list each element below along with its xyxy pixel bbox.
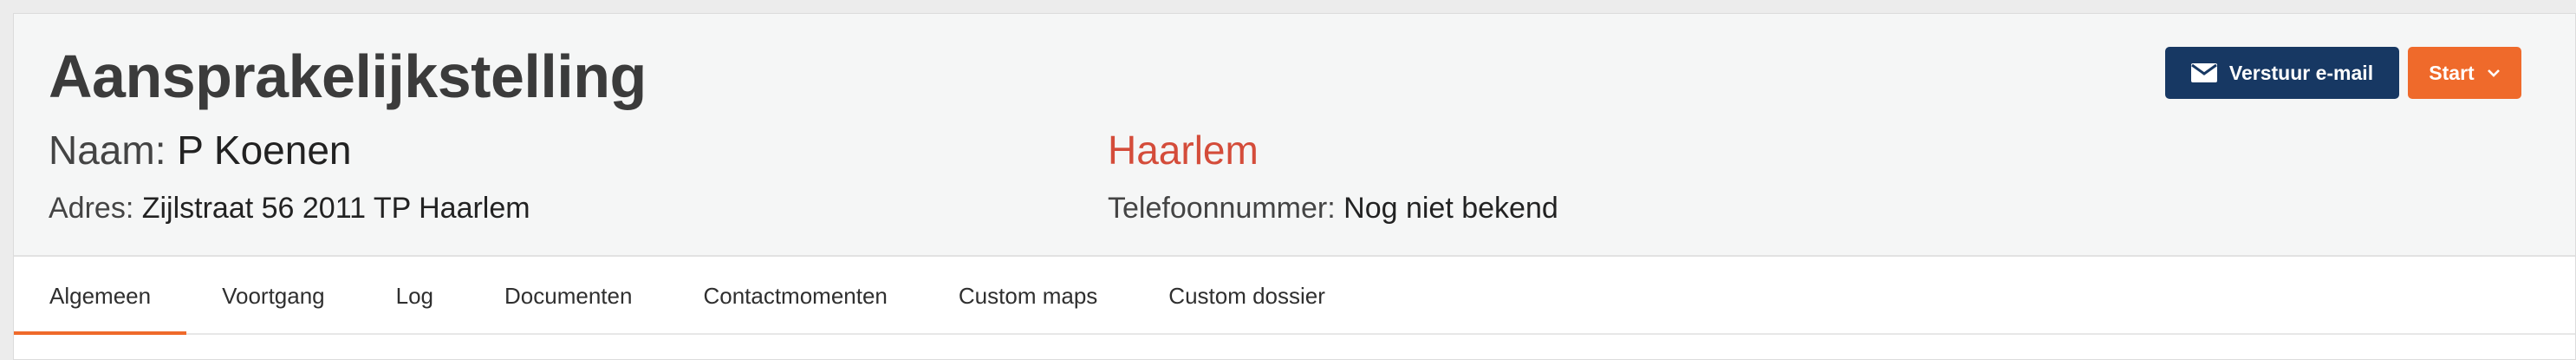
tab-label: Log — [395, 282, 434, 309]
name-label: Naam: — [49, 128, 166, 173]
tab-log[interactable]: Log — [361, 259, 469, 333]
tab-contactmomenten[interactable]: Contactmomenten — [667, 259, 922, 333]
city-label: Haarlem — [1108, 128, 1259, 173]
start-label: Start — [2429, 61, 2475, 84]
send-email-button[interactable]: Verstuur e-mail — [2165, 47, 2399, 99]
case-header: Aansprakelijkstelling Naam: P Koenen Adr… — [14, 14, 2575, 257]
tab-bar: Algemeen Voortgang Log Documenten Contac… — [14, 259, 2575, 335]
name-row: Naam: P Koenen — [49, 127, 352, 173]
phone-label: Telefoonnummer: — [1108, 192, 1336, 225]
start-button[interactable]: Start — [2408, 47, 2521, 99]
tab-algemeen[interactable]: Algemeen — [14, 259, 187, 335]
tab-custom-dossier[interactable]: Custom dossier — [1133, 259, 1361, 333]
tab-label: Contactmomenten — [703, 282, 888, 309]
envelope-icon — [2190, 63, 2217, 82]
phone-row: Telefoonnummer: Nog niet bekend — [1108, 192, 1558, 226]
case-card: Aansprakelijkstelling Naam: P Koenen Adr… — [13, 13, 2576, 360]
tab-custom-maps[interactable]: Custom maps — [923, 259, 1133, 333]
tab-documenten[interactable]: Documenten — [469, 259, 667, 333]
tab-label: Documenten — [504, 282, 633, 309]
phone-value: Nog niet bekend — [1343, 192, 1558, 225]
page-title: Aansprakelijkstelling — [49, 43, 647, 110]
send-email-label: Verstuur e-mail — [2228, 61, 2374, 84]
name-value: P Koenen — [177, 128, 352, 173]
tab-label: Voortgang — [222, 282, 325, 309]
tab-label: Algemeen — [49, 282, 152, 309]
tab-label: Custom maps — [958, 282, 1098, 309]
chevron-down-icon — [2487, 69, 2500, 77]
tab-voortgang[interactable]: Voortgang — [186, 259, 361, 333]
tab-label: Custom dossier — [1168, 282, 1325, 309]
address-label: Adres: — [49, 192, 134, 225]
address-row: Adres: Zijlstraat 56 2011 TP Haarlem — [49, 192, 530, 226]
address-value: Zijlstraat 56 2011 TP Haarlem — [141, 192, 530, 225]
